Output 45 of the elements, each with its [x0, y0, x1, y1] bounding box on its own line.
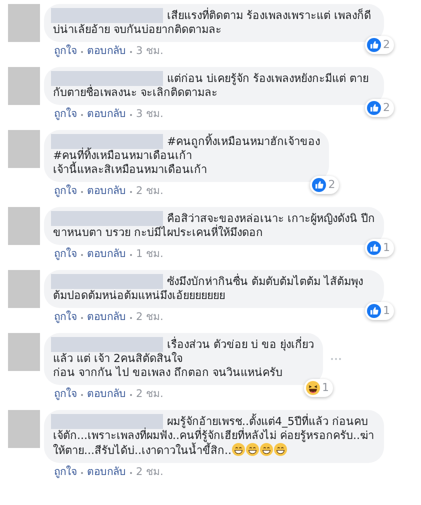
comment-text: ซังมึงบักห่ากินซื่น ต้มตับต้มไตต้ม ไส้ต้มพุง ต้มปอดต้มหน่อต้มแหน่มึงเอ้ยยยยยยย	[53, 275, 364, 303]
like-icon	[367, 38, 381, 52]
reaction-count: 1	[383, 241, 390, 255]
comment-text: แต่ก่อน บ่เคยรู้จัก ร้องเพลงหยังกะมีแต่ ตายกับตายชื่อเพลงนะ จะเลิกติดตามละ	[53, 72, 370, 100]
action-link[interactable]: ถูกใจ	[54, 388, 77, 401]
avatar	[8, 207, 40, 245]
grinning-emoji-icon	[232, 443, 246, 456]
avatar	[8, 130, 40, 168]
comment-text: คือสิว่าสจะของหล่อเนาะ เกาะผู้หญิงดังนิ ปีกขาหนบตา บรวย กะบ่มีไผประเคนหี่ให้มึงดอก	[53, 212, 375, 240]
avatar	[8, 67, 40, 105]
action-link[interactable]: ถูกใจ	[54, 248, 77, 261]
action-link[interactable]: ตอบกลับ	[87, 466, 126, 479]
grinning-emoji-icon	[260, 443, 274, 456]
avatar	[8, 333, 40, 371]
comment-text: เสียแรงที่ติดตาม ร้องเพลงเพราะแต่ เพลงก็ดี บ่น่าเล้ยอ้าย จบกันบ่อยากติดตามละ	[53, 9, 372, 37]
action-link[interactable]: ตอบกลับ	[87, 311, 126, 324]
like-icon	[367, 101, 381, 115]
grinning-emoji-icon	[246, 443, 260, 456]
action-link[interactable]: ถูกใจ	[54, 185, 77, 198]
action-link[interactable]: ตอบกลับ	[87, 185, 126, 198]
like-icon	[312, 178, 326, 192]
action-link[interactable]: ตอบกลับ	[87, 45, 126, 58]
reaction-count: 2	[328, 178, 336, 192]
action-link[interactable]: ถูกใจ	[54, 311, 77, 324]
action-link[interactable]: ถูกใจ	[54, 45, 77, 58]
like-icon	[367, 304, 381, 318]
reaction-count: 2	[383, 101, 390, 115]
action-link[interactable]: ตอบกลับ	[87, 108, 126, 121]
like-icon	[367, 241, 381, 255]
action-link[interactable]: ตอบกลับ	[87, 248, 126, 261]
reaction-count: 1	[322, 381, 329, 395]
comment-text: เรื่องส่วน ตัวข่อย บ่ ขอ ยุ่งเกี่ยว แล้ว แต่ เจ้า 2คนสิตัดสินใจ ก่อน จากกัน ไป ขอเพลง ถึกตอก จนวินแหน่ครับ	[53, 338, 314, 380]
reaction-count: 1	[383, 304, 390, 318]
grinning-emoji-icon	[274, 443, 288, 456]
laughing-emoji-icon	[306, 381, 320, 395]
action-link[interactable]: ถูกใจ	[54, 108, 77, 121]
avatar	[8, 410, 40, 448]
avatar	[8, 270, 40, 308]
action-link[interactable]: ถูกใจ	[54, 466, 77, 479]
action-link[interactable]: ตอบกลับ	[87, 388, 126, 401]
comment-text: ผมรู้จักอ้ายเพรช..ตั้งแต่4_5ปีที่แล้ว ก่อนคบเจ้ตัก...เพราะเพลงที่ผมฟัง..คนที่รู้จักเฮียที่หลังไม่ ค่อยรู้หรอกครับ..ฆ่าให้ตาย...สีรับได้บ่..เงาดาวในน้ำขี้สิก..	[53, 415, 375, 458]
avatar	[8, 4, 40, 42]
reaction-count: 2	[383, 38, 390, 52]
more-options-icon[interactable]	[329, 356, 343, 362]
comment-text: #คนถูกทิ้งเหมือนหมาฮักเจ้าของ #คนที่ทิ้งเหมือนหมาเดือนเก้า เจ้านี้แหละสิเหมือนหมาเดือนเก้า	[53, 135, 320, 177]
